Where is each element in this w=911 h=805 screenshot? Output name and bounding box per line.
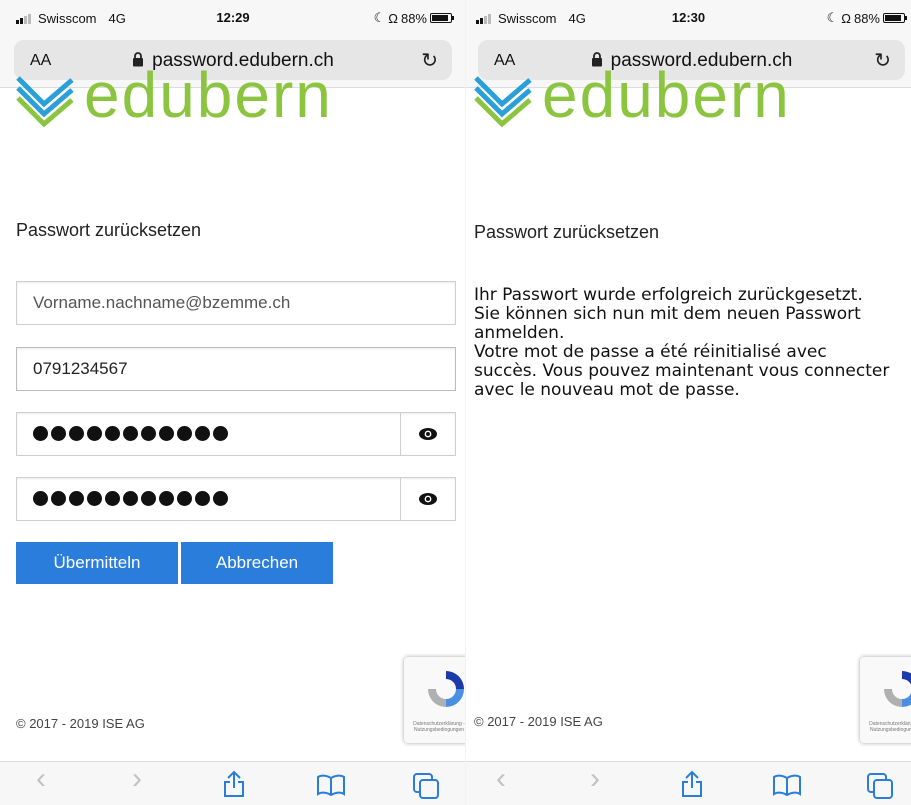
cancel-button[interactable]: Abbrechen: [181, 542, 333, 584]
success-message-de: Ihr Passwort wurde erfolgreich zurückges…: [474, 285, 863, 343]
password-dot: [87, 491, 102, 506]
submit-button[interactable]: Übermitteln: [16, 542, 178, 584]
password-dot: [123, 491, 138, 506]
back-icon[interactable]: ‹: [496, 764, 506, 794]
edubern-logo: edubern: [14, 70, 344, 140]
status-bar: Swisscom 4G 12:30 ☾ Ω 88%: [466, 0, 911, 36]
password-dot: [51, 426, 66, 441]
screen-reset-success: Swisscom 4G 12:30 ☾ Ω 88% AA password.ed…: [466, 0, 911, 805]
password-dot: [141, 491, 156, 506]
recaptcha-badge[interactable]: Datenschutzerklärung - Nutzungsbedingung…: [860, 657, 911, 743]
recaptcha-icon: [884, 671, 911, 707]
status-time: 12:30: [671, 10, 706, 25]
moon-icon: ☾: [826, 10, 839, 25]
recaptcha-text: Datenschutzerklärung - Nutzungsbedingung…: [413, 721, 465, 733]
logo-mark-icon: [16, 76, 74, 128]
network-type: 4G: [568, 11, 586, 26]
battery-percent: 88%: [400, 10, 427, 26]
recaptcha-badge[interactable]: Datenschutzerklärung - Nutzungsbedingung…: [404, 657, 466, 743]
footer-copyright: © 2017 - 2019 ISE AG: [474, 714, 603, 729]
tabs-icon[interactable]: [412, 772, 440, 800]
status-time: 12:29: [216, 10, 250, 25]
url-domain: password.edubern.ch: [152, 50, 334, 71]
page-title: Passwort zurücksetzen: [16, 220, 202, 240]
phone-field[interactable]: [16, 347, 456, 391]
screen-reset-form: Swisscom 4G 12:29 ☾ Ω 88% AA password.ed…: [0, 0, 466, 805]
success-message: Ihr Passwort wurde erfolgreich zurückges…: [474, 286, 894, 400]
eye-icon: [419, 493, 437, 505]
carrier: Swisscom: [38, 11, 97, 26]
reload-icon[interactable]: ↻: [874, 48, 891, 73]
password-dots: [33, 426, 228, 441]
share-icon[interactable]: [680, 770, 704, 798]
password-dot: [51, 491, 66, 506]
password-dot: [177, 426, 192, 441]
logo-mark-icon: [474, 76, 532, 128]
forward-icon[interactable]: ›: [132, 764, 142, 794]
password-dot: [87, 426, 102, 441]
password-dot: [105, 426, 120, 441]
edubern-logo: edubern: [472, 70, 802, 140]
back-icon[interactable]: ‹: [36, 764, 46, 794]
logo-text: edubern: [542, 70, 791, 131]
headphones-icon: Ω: [841, 10, 851, 26]
forward-icon[interactable]: ›: [590, 764, 600, 794]
password-dot: [123, 426, 138, 441]
safari-toolbar: ‹ ›: [0, 761, 466, 805]
password-dot: [213, 426, 228, 441]
show-password-button[interactable]: [400, 413, 455, 455]
recaptcha-text: Datenschutzerklärung - Nutzungsbedingung…: [869, 721, 911, 733]
moon-icon: ☾: [373, 10, 386, 25]
password-dot: [213, 491, 228, 506]
carrier: Swisscom: [498, 11, 557, 26]
battery-percent: 88%: [853, 10, 880, 26]
bookmarks-icon[interactable]: [316, 774, 346, 796]
password-dot: [141, 426, 156, 441]
recaptcha-icon: [428, 671, 464, 707]
lock-icon: [133, 52, 144, 67]
page-title: Passwort zurücksetzen: [474, 222, 660, 242]
password-dot: [177, 491, 192, 506]
success-message-fr: Votre mot de passe a été réinitialisé av…: [474, 342, 890, 400]
battery-icon: [430, 13, 454, 23]
password-dot: [33, 491, 48, 506]
confirm-password-dots: [33, 491, 228, 506]
password-dot: [195, 491, 210, 506]
bookmarks-icon[interactable]: [772, 774, 802, 796]
password-dot: [159, 491, 174, 506]
new-password-field[interactable]: [16, 412, 456, 456]
logo-text: edubern: [84, 70, 333, 131]
network-type: 4G: [108, 11, 126, 26]
safari-toolbar: ‹ ›: [466, 761, 911, 805]
email-field[interactable]: [16, 281, 456, 325]
password-dot: [195, 426, 210, 441]
tabs-icon[interactable]: [866, 772, 894, 800]
headphones-icon: Ω: [388, 10, 398, 26]
phone-input[interactable]: [17, 348, 455, 390]
password-dot: [69, 426, 84, 441]
battery-icon: [883, 13, 907, 23]
email-input[interactable]: [17, 282, 455, 324]
status-bar: Swisscom 4G 12:29 ☾ Ω 88%: [0, 0, 466, 36]
password-dot: [33, 426, 48, 441]
password-dot: [159, 426, 174, 441]
lock-icon: [591, 52, 602, 67]
url-domain: password.edubern.ch: [610, 50, 793, 71]
signal-icon: [476, 13, 491, 24]
show-confirm-password-button[interactable]: [400, 478, 455, 520]
password-dot: [69, 491, 84, 506]
footer-copyright: © 2017 - 2019 ISE AG: [16, 716, 145, 731]
signal-icon: [16, 13, 31, 24]
reload-icon[interactable]: ↻: [421, 48, 438, 73]
share-icon[interactable]: [222, 770, 246, 798]
password-dot: [105, 491, 120, 506]
confirm-password-field[interactable]: [16, 477, 456, 521]
eye-icon: [419, 428, 437, 440]
